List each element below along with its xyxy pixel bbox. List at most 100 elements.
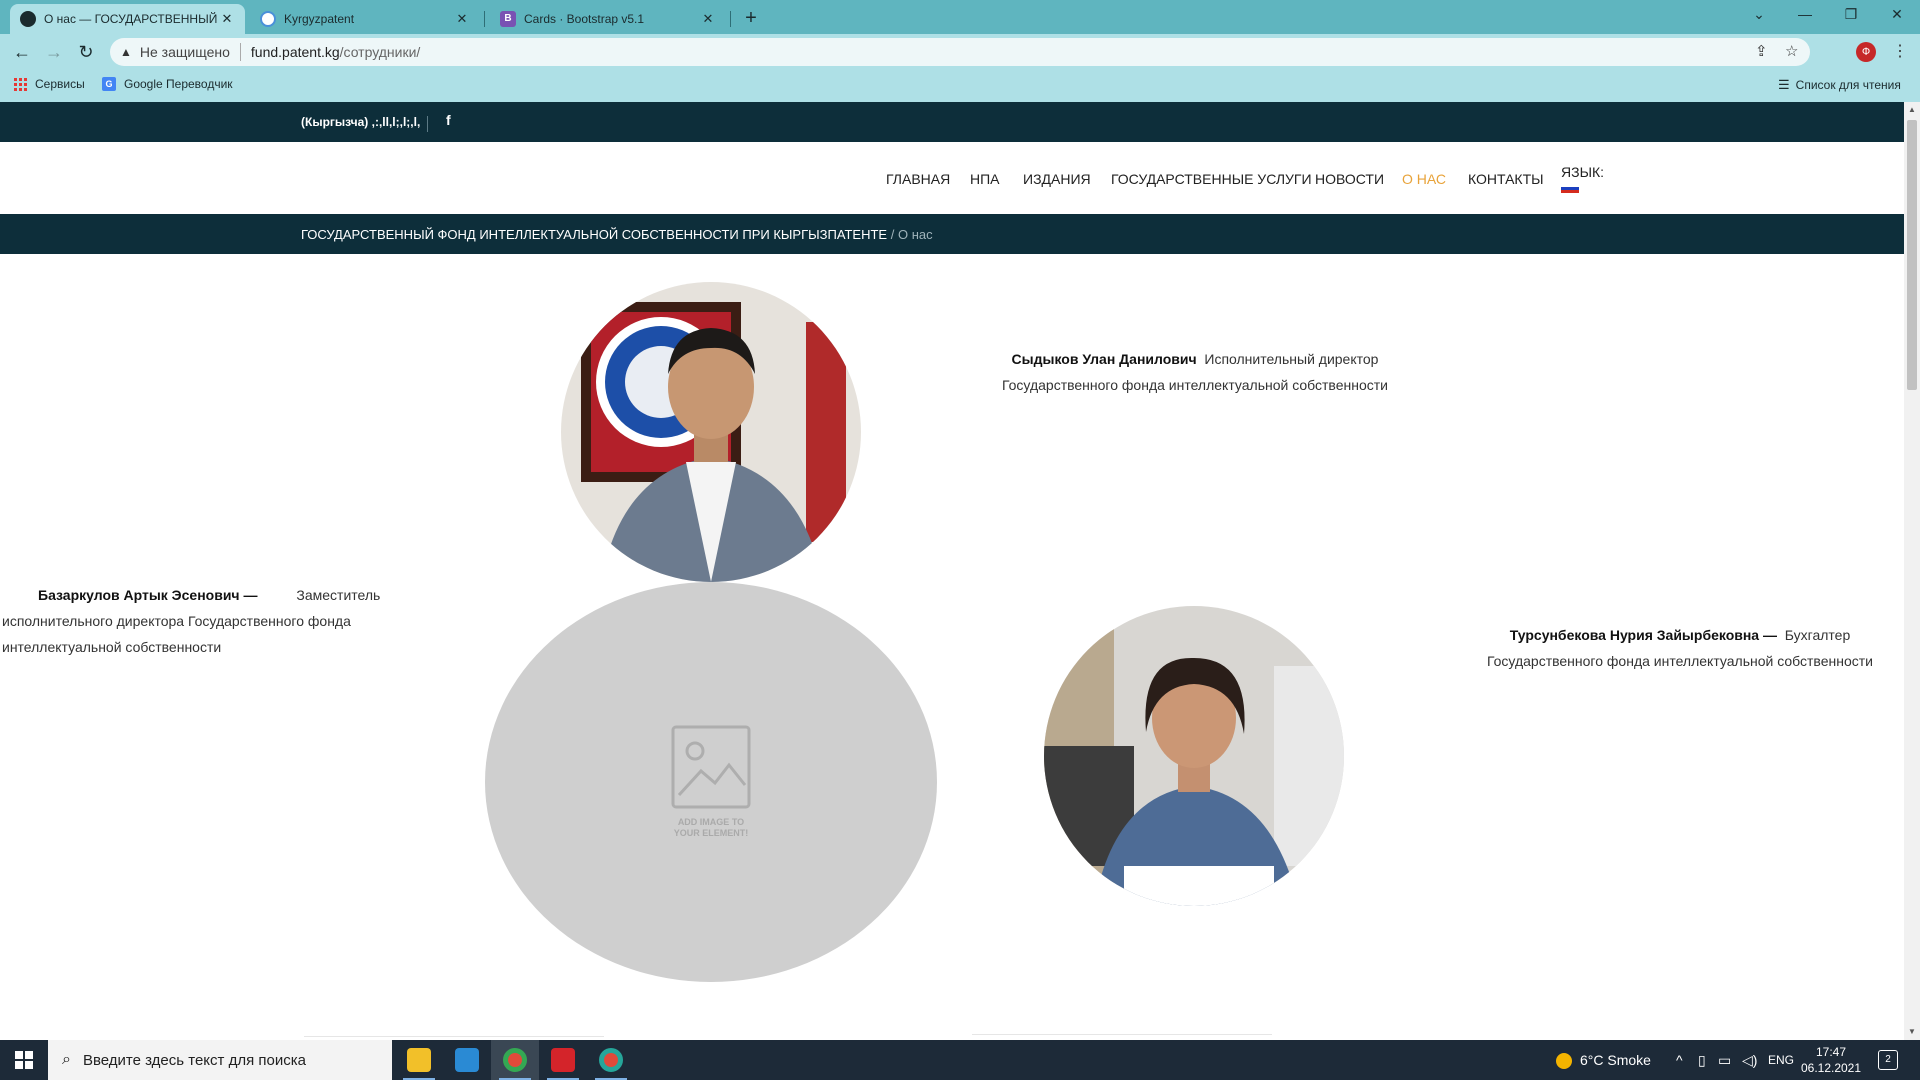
tab-separator (730, 11, 731, 27)
language-selector-label[interactable]: ЯЗЫК: (1561, 164, 1604, 180)
nav-home[interactable]: ГЛАВНАЯ (886, 171, 950, 187)
new-tab-button[interactable]: + (738, 6, 764, 32)
system-clock[interactable]: 17:47 06.12.2021 (1796, 1044, 1866, 1076)
vscode-icon (455, 1048, 479, 1072)
person-role-line: Государственного фонда интеллектуальной … (1487, 653, 1873, 669)
person-role: Заместитель (296, 587, 381, 603)
app-icon (551, 1048, 575, 1072)
content-divider (304, 1036, 604, 1037)
url-path[interactable]: /сотрудники/ (340, 44, 421, 60)
red-app[interactable] (539, 1040, 587, 1080)
person-name: Турсунбекова Нурия Зайырбековна — (1509, 627, 1777, 643)
profile-avatar[interactable]: Ф (1856, 42, 1876, 62)
facebook-icon[interactable]: f (446, 112, 451, 128)
tab-about[interactable]: О нас — ГОСУДАРСТВЕННЫЙ Ф ✕ (10, 4, 245, 34)
tab-separator (484, 11, 485, 27)
reading-list-button[interactable]: ☰ Список для чтения (1778, 77, 1901, 93)
placeholder-text: ADD IMAGE TO YOUR ELEMENT! (673, 817, 749, 838)
menu-kebab-icon[interactable]: ⋮ (1890, 38, 1910, 66)
close-tab-icon[interactable]: ✕ (700, 11, 716, 27)
globe-icon (20, 11, 36, 27)
tray-chevron-icon[interactable]: ^ (1676, 1040, 1683, 1080)
content-divider (972, 1034, 1272, 1035)
browser-tab-bar: О нас — ГОСУДАРСТВЕННЫЙ Ф ✕ Kyrgyzpatent… (0, 0, 1920, 34)
back-button[interactable]: ← (8, 38, 36, 66)
warning-icon[interactable]: ▲ (120, 45, 132, 59)
web-page: (Кыргызча) ,:,ll,l;,l;,l, f ГЛАВНАЯ НПА … (0, 102, 1904, 1040)
bookmark-services[interactable]: Сервисы (14, 77, 85, 91)
share-icon[interactable]: ⇪ (1755, 38, 1768, 66)
close-tab-icon[interactable]: ✕ (219, 11, 235, 27)
person-role: Бухгалтер (1784, 627, 1851, 643)
director-info: Сыдыков Улан Данилович Исполнительный ди… (980, 346, 1410, 398)
clock-time: 17:47 (1815, 1045, 1847, 1059)
tab-bootstrap[interactable]: B Cards · Bootstrap v5.1 ✕ (490, 4, 726, 34)
bookmark-translate[interactable]: G Google Переводчик (102, 77, 233, 91)
nav-publications[interactable]: ИЗДАНИЯ (1023, 171, 1091, 187)
bookmark-star-icon[interactable]: ☆ (1785, 38, 1798, 66)
close-window-button[interactable]: ✕ (1874, 0, 1920, 30)
folder-icon (407, 1048, 431, 1072)
topbar-divider (427, 116, 428, 132)
image-placeholder: ADD IMAGE TO YOUR ELEMENT! (485, 582, 937, 982)
file-explorer-app[interactable] (395, 1040, 443, 1080)
tab-kyrgyzpatent[interactable]: Kyrgyzpatent ✕ (250, 4, 480, 34)
url-host[interactable]: fund.patent.kg (251, 44, 340, 60)
tab-title: Kyrgyzpatent (284, 12, 355, 26)
apps-grid-icon (14, 77, 27, 91)
windows-logo-icon (15, 1051, 33, 1069)
director-photo (561, 282, 861, 582)
page-scrollbar[interactable]: ▲ ▼ (1904, 102, 1920, 1040)
nav-npa[interactable]: НПА (970, 171, 1000, 187)
site-top-bar: (Кыргызча) ,:,ll,l;,l;,l, f (0, 102, 1904, 142)
browser-toolbar: ← → ↻ ▲ Не защищено fund.patent.kg /сотр… (0, 34, 1920, 70)
forward-button[interactable]: → (40, 38, 68, 66)
google-translate-icon: G (102, 77, 116, 91)
weather-widget[interactable]: 6°C Smoke (1556, 1040, 1651, 1080)
close-tab-icon[interactable]: ✕ (454, 11, 470, 27)
person-role: Исполнительный директор (1204, 351, 1379, 367)
accountant-info: Турсунбекова Нурия Зайырбековна — Бухгал… (1460, 622, 1900, 674)
search-placeholder: Введите здесь текст для поиска (82, 1051, 306, 1069)
notifications-icon[interactable]: 2 (1878, 1050, 1898, 1070)
tab-title: О нас — ГОСУДАРСТВЕННЫЙ Ф (44, 12, 219, 26)
breadcrumb-current: О нас (897, 227, 933, 242)
taskbar-search[interactable]: ⌕ Введите здесь текст для поиска (48, 1040, 392, 1080)
breadcrumb: ГОСУДАРСТВЕННЫЙ ФОНД ИНТЕЛЛЕКТУАЛЬНОЙ СО… (0, 214, 1904, 254)
tab-search-button[interactable]: ⌄ (1736, 0, 1782, 30)
nav-news[interactable]: НОВОСТИ (1315, 171, 1384, 187)
address-bar[interactable]: ▲ Не защищено fund.patent.kg /сотрудники… (110, 38, 1810, 66)
vscode-app[interactable] (443, 1040, 491, 1080)
tray-device-icon[interactable]: ▯ (1698, 1040, 1706, 1080)
bootstrap-icon: B (500, 11, 516, 27)
nav-about[interactable]: О НАС (1402, 171, 1446, 187)
language-switch-link[interactable]: (Кыргызча) ,:,ll,l;,l;,l, (301, 115, 420, 129)
person-role-line: интеллектуальной собственности (2, 639, 222, 655)
security-label[interactable]: Не защищено (140, 44, 230, 60)
scrollbar-thumb[interactable] (1907, 120, 1917, 390)
person-role-line: исполнительного директора Государственно… (2, 613, 351, 629)
start-button[interactable] (0, 1040, 48, 1080)
main-navigation: ГЛАВНАЯ НПА ИЗДАНИЯ ГОСУДАРСТВЕННЫЕ УСЛУ… (0, 142, 1904, 214)
reading-list-label: Список для чтения (1795, 78, 1901, 92)
nav-contacts[interactable]: КОНТАКТЫ (1468, 171, 1544, 187)
restore-button[interactable]: ❐ (1828, 0, 1874, 30)
volume-icon[interactable]: ◁) (1742, 1040, 1757, 1080)
windows-taskbar: ⌕ Введите здесь текст для поиска 6°C Smo… (0, 1040, 1920, 1080)
chrome-app[interactable] (491, 1040, 539, 1080)
reload-button[interactable]: ↻ (72, 38, 100, 66)
minimize-button[interactable]: — (1782, 0, 1828, 30)
input-language[interactable]: ENG (1768, 1040, 1794, 1080)
clock-date: 06.12.2021 (1800, 1061, 1862, 1075)
chrome-icon (599, 1048, 623, 1072)
breadcrumb-parent-link[interactable]: ГОСУДАРСТВЕННЫЙ ФОНД ИНТЕЛЛЕКТУАЛЬНОЙ СО… (301, 227, 887, 242)
russian-flag-icon[interactable] (1561, 184, 1579, 193)
scroll-up-icon[interactable]: ▲ (1904, 102, 1920, 118)
chrome-profile-app[interactable] (587, 1040, 635, 1080)
person-name: Базаркулов Артык Эсенович — (38, 587, 258, 603)
nav-gov-services[interactable]: ГОСУДАРСТВЕННЫЕ УСЛУГИ (1111, 171, 1312, 187)
scroll-down-icon[interactable]: ▼ (1904, 1024, 1920, 1040)
network-icon[interactable]: ▭ (1718, 1040, 1731, 1080)
bookmark-label: Google Переводчик (124, 77, 233, 91)
weather-sun-icon (1556, 1053, 1572, 1070)
